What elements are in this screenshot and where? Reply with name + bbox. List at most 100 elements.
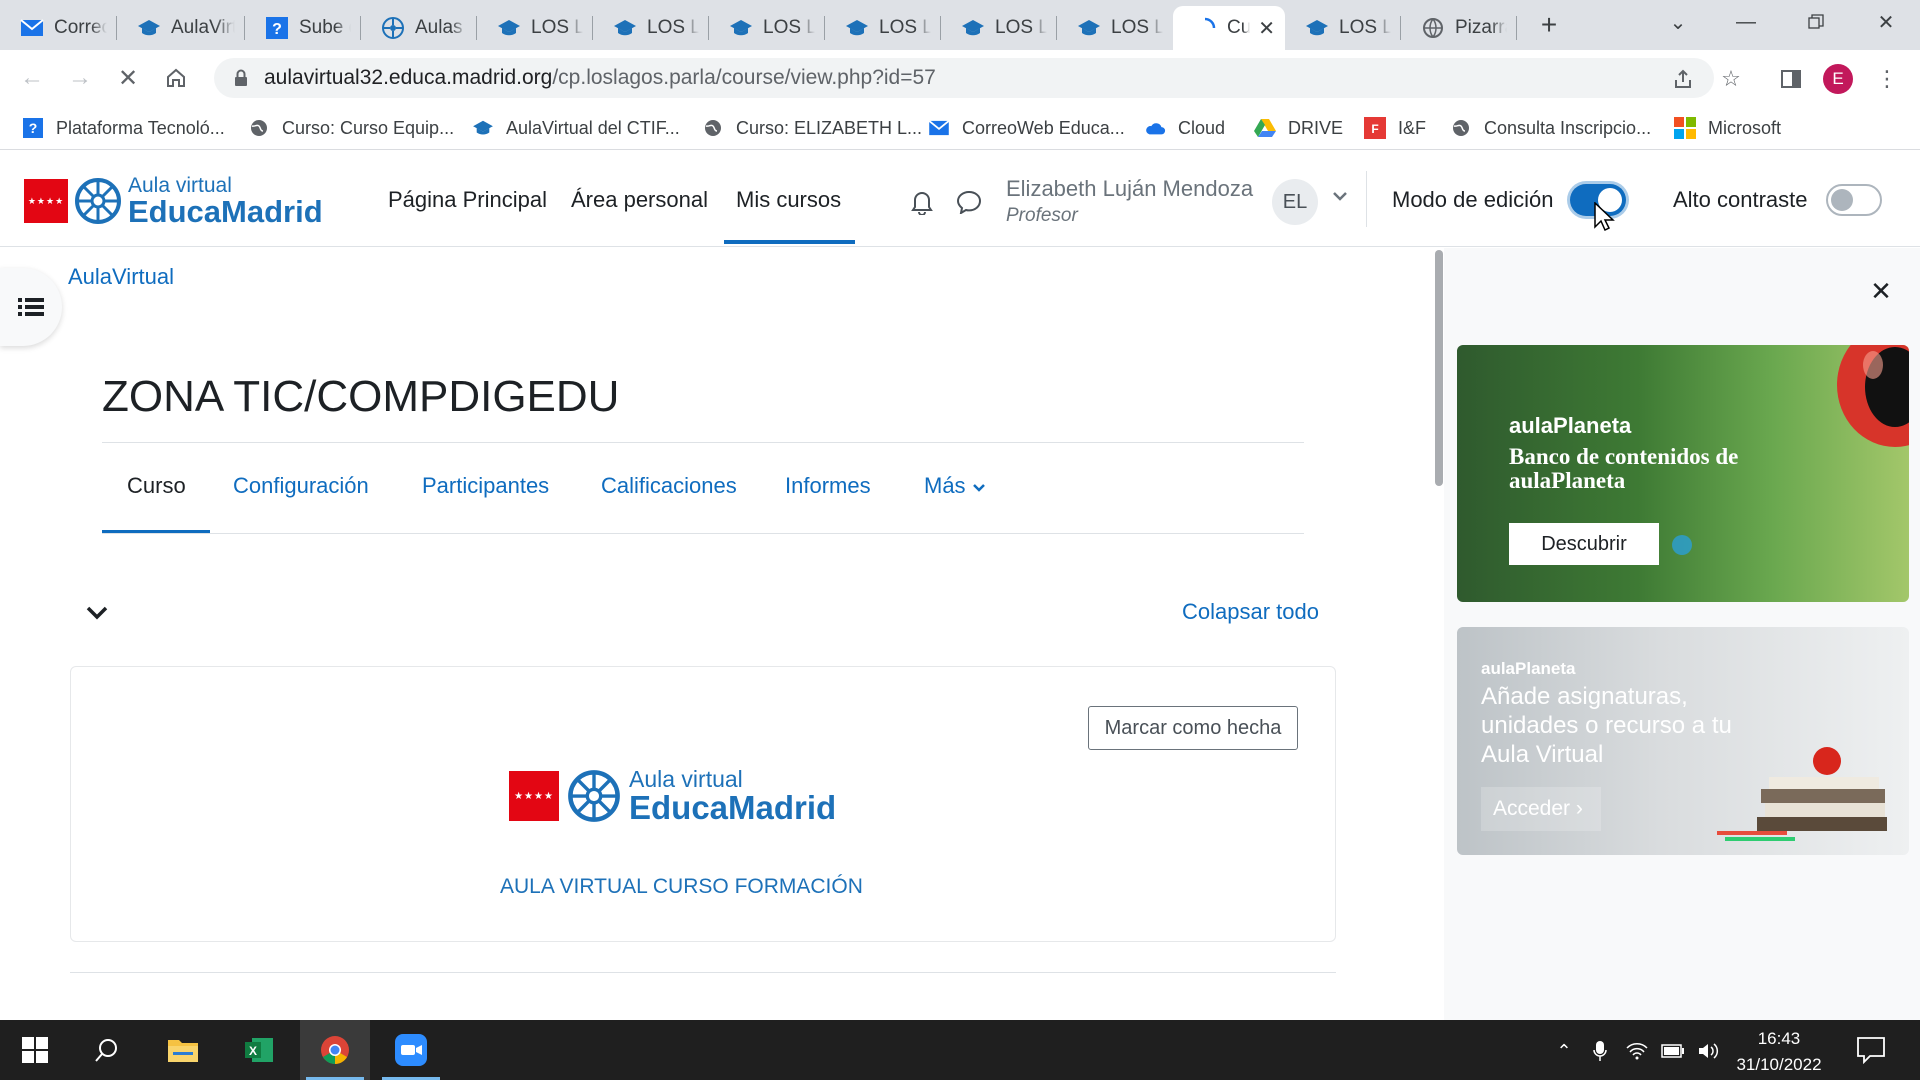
tab-participants[interactable]: Participantes [422, 473, 549, 499]
high-contrast-toggle[interactable] [1826, 184, 1882, 216]
excel-button[interactable]: X [224, 1020, 294, 1080]
scrollbar-thumb[interactable] [1435, 250, 1443, 486]
forward-icon[interactable]: → [64, 62, 96, 94]
bookmark-item[interactable]: Curso: Curso Equip... [248, 114, 454, 142]
share-icon[interactable] [1668, 64, 1698, 94]
bookmark-item[interactable]: F I&F [1364, 114, 1426, 142]
url-bar[interactable]: aulavirtual32.educa.madrid.org/cp.loslag… [214, 58, 1714, 98]
browser-tab[interactable]: Pizarra [1401, 6, 1517, 50]
minimize-icon[interactable]: — [1716, 0, 1776, 44]
bookmark-item[interactable]: Cloud [1144, 114, 1225, 142]
lock-icon[interactable] [234, 69, 248, 87]
browser-tab-strip: Correo AulaVirtual ? Sube d Aulas V LOS … [0, 0, 1920, 50]
notifications-bell-icon[interactable] [907, 187, 937, 217]
course-index-toggle[interactable] [0, 268, 62, 346]
user-role: Profesor [1006, 205, 1078, 226]
browser-tab[interactable]: LOS LA [709, 6, 825, 50]
browser-tab[interactable]: LOS LA [477, 6, 593, 50]
browser-tab[interactable]: LOS LA [941, 6, 1057, 50]
start-button[interactable] [0, 1020, 70, 1080]
mail-icon [928, 117, 950, 139]
browser-tab[interactable]: LOS LA [593, 6, 709, 50]
tab-reports[interactable]: Informes [785, 473, 871, 499]
tab-search-icon[interactable]: ⌄ [1648, 0, 1708, 44]
section-caption[interactable]: AULA VIRTUAL CURSO FORMACIÓN [500, 875, 863, 899]
new-tab-button[interactable]: + [1535, 8, 1563, 42]
windows-logo-icon [22, 1037, 48, 1063]
browser-tab[interactable]: Aulas V [361, 6, 477, 50]
tab-settings[interactable]: Configuración [233, 473, 369, 499]
globe-icon [1450, 117, 1472, 139]
show-hidden-icons-icon[interactable]: ⌃ [1551, 1038, 1577, 1064]
banner-title: Banco de contenidos de aulaPlaneta [1509, 444, 1739, 494]
moodle-cap-icon [1305, 16, 1329, 40]
bookmark-item[interactable]: DRIVE [1254, 114, 1343, 142]
breadcrumb[interactable]: AulaVirtual [68, 264, 174, 290]
chrome-button[interactable] [300, 1020, 370, 1080]
browser-tab[interactable]: LOS LA [1285, 6, 1401, 50]
kebab-menu-icon[interactable]: ⋮ [1872, 64, 1902, 94]
close-window-icon[interactable]: ✕ [1856, 0, 1916, 44]
browser-tab[interactable]: LOS LA [825, 6, 941, 50]
search-button[interactable] [72, 1020, 142, 1080]
bookmark-item[interactable]: Consulta Inscripcio... [1450, 114, 1651, 142]
tab-course[interactable]: Curso [127, 473, 186, 499]
back-icon[interactable]: ← [16, 62, 48, 94]
bookmark-item[interactable]: ? Plataforma Tecnoló... [22, 114, 225, 142]
globe-icon [248, 117, 270, 139]
mark-as-done-button[interactable]: Marcar como hecha [1088, 706, 1298, 750]
tab-more[interactable]: Más [924, 473, 986, 499]
discover-button[interactable]: Descubrir [1509, 523, 1659, 565]
browser-tab[interactable]: AulaVirtual [117, 6, 245, 50]
wifi-icon[interactable] [1624, 1038, 1650, 1064]
nav-my-courses[interactable]: Mis cursos [736, 187, 841, 213]
high-contrast-label: Alto contraste [1673, 187, 1808, 212]
educamadrid-wheel-icon [75, 178, 121, 224]
collapse-all-link[interactable]: Colapsar todo [1182, 599, 1319, 625]
bookmark-star-icon[interactable]: ☆ [1716, 64, 1746, 94]
user-avatar[interactable]: EL [1272, 179, 1318, 225]
excel-icon: X [245, 1038, 273, 1062]
browser-tab[interactable]: LOS LA [1057, 6, 1173, 50]
nav-dashboard[interactable]: Área personal [571, 187, 708, 213]
chevron-down-icon[interactable] [1332, 189, 1348, 207]
madrid-flag-icon: ★★★★ [24, 179, 68, 223]
user-full-name[interactable]: Elizabeth Luján Mendoza [1006, 176, 1253, 202]
system-clock[interactable]: 16:43 31/10/2022 [1734, 1026, 1824, 1078]
chevron-down-icon[interactable] [84, 600, 110, 626]
file-explorer-button[interactable] [148, 1020, 218, 1080]
bookmark-item[interactable]: Curso: ELIZABETH L... [702, 114, 922, 142]
browser-tab-active[interactable]: Cur ✕ [1173, 6, 1285, 50]
folder-icon [168, 1040, 198, 1062]
bookmark-item[interactable]: AulaVirtual del CTIF... [472, 114, 680, 142]
aulaplaneta-banner-access[interactable]: aulaPlaneta Añade asignaturas, unidades … [1457, 627, 1909, 855]
moodle-cap-icon [497, 16, 521, 40]
educamadrid-logo[interactable]: ★★★★ Aula virtual EducaMadrid [24, 175, 323, 227]
bookmark-item[interactable]: Microsoft [1674, 114, 1781, 142]
zoom-button[interactable] [376, 1020, 446, 1080]
browser-tab[interactable]: Correo [0, 6, 117, 50]
aulaplaneta-banner-discover[interactable]: aulaPlaneta Banco de contenidos de aulaP… [1457, 345, 1909, 602]
battery-icon[interactable] [1660, 1038, 1686, 1064]
globe-icon [702, 117, 724, 139]
stop-loading-icon[interactable]: ✕ [112, 62, 144, 94]
bookmark-item[interactable]: CorreoWeb Educa... [928, 114, 1125, 142]
globe-icon [1421, 16, 1445, 40]
close-icon[interactable]: ✕ [1868, 276, 1894, 306]
edit-mode-label: Modo de edición [1392, 187, 1554, 212]
close-tab-icon[interactable]: ✕ [1250, 16, 1275, 41]
home-icon[interactable] [160, 62, 192, 94]
nav-home[interactable]: Página Principal [388, 187, 547, 213]
tab-grades[interactable]: Calificaciones [601, 473, 737, 499]
notification-center-icon[interactable] [1856, 1036, 1886, 1064]
access-button[interactable]: Acceder › [1481, 787, 1601, 831]
side-panel-icon[interactable] [1776, 64, 1806, 94]
profile-avatar[interactable]: E [1823, 64, 1853, 94]
volume-icon[interactable] [1696, 1038, 1722, 1064]
question-icon: ? [265, 16, 289, 40]
mouse-cursor-icon [1594, 202, 1615, 232]
browser-tab[interactable]: ? Sube d [245, 6, 361, 50]
messages-bubble-icon[interactable] [954, 187, 984, 217]
microphone-icon[interactable] [1587, 1038, 1613, 1064]
restore-icon[interactable] [1786, 0, 1846, 44]
